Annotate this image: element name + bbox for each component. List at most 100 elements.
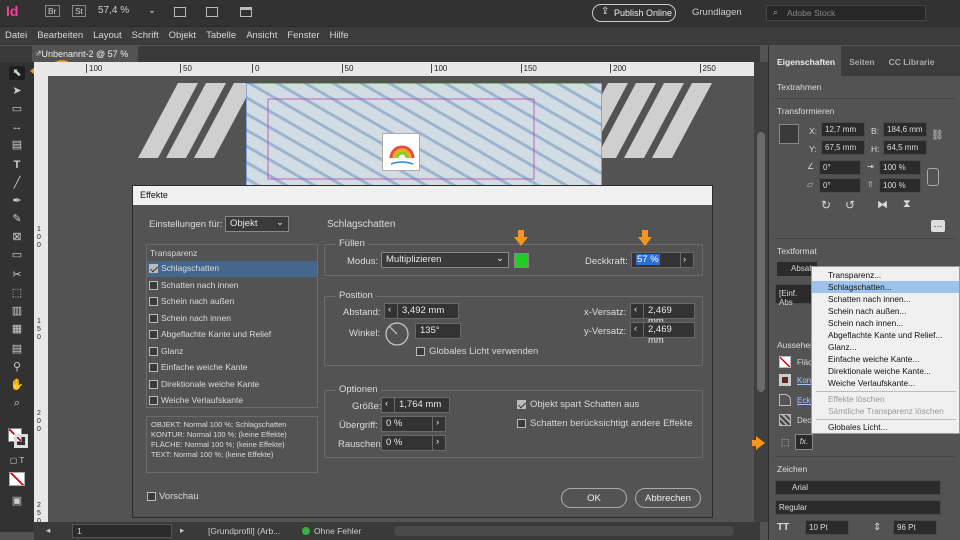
context-menu-item[interactable]: Schein nach innen...	[812, 317, 959, 329]
more-options-button[interactable]: …	[931, 220, 945, 232]
global-light-checkbox[interactable]: Globales Licht verwenden	[414, 345, 574, 359]
vertical-scrollbar[interactable]	[754, 62, 768, 522]
stock-button[interactable]: St	[72, 5, 87, 17]
publish-online-button[interactable]: ⇪ Publish Online	[592, 4, 676, 22]
effect-checkbox[interactable]	[149, 264, 158, 273]
effect-checkbox[interactable]	[149, 379, 158, 389]
menu-datei[interactable]: Datei	[0, 27, 32, 41]
knockout-checkbox[interactable]: Objekt spart Schatten aus	[515, 398, 695, 412]
knockout-checkbox-box[interactable]	[517, 400, 526, 409]
rotation-field[interactable]: 0°	[819, 160, 861, 175]
horizontal-scrollbar[interactable]	[394, 526, 734, 536]
effect-list-item[interactable]: Einfache weiche Kante	[147, 360, 317, 376]
angle-dial[interactable]	[384, 321, 410, 347]
opacity-stepper[interactable]: ›	[680, 252, 694, 268]
apply-none-icon[interactable]	[9, 472, 25, 486]
rectangle-tool-icon[interactable]: ▭	[9, 248, 25, 262]
preflight-profile[interactable]: [Grundprofil] (Arb...	[208, 526, 280, 536]
distance-field[interactable]: 3,492 mm	[397, 303, 459, 319]
height-field[interactable]: 64,5 mm	[883, 140, 927, 155]
previous-page-icon[interactable]: ◂	[46, 525, 50, 536]
shadow-color-swatch[interactable]	[514, 253, 529, 268]
menu-bearbeiten[interactable]: Bearbeiten	[32, 27, 88, 41]
context-menu-item[interactable]: Globales Licht...	[812, 421, 959, 433]
blend-mode-select[interactable]: Multiplizieren ⌄	[381, 252, 509, 268]
view-options-icon[interactable]	[174, 7, 186, 17]
tab-seiten[interactable]: Seiten	[841, 46, 881, 67]
font-size-field[interactable]: 10 Pt	[805, 520, 849, 535]
type-tool-icon[interactable]: T	[9, 158, 25, 172]
size-stepper[interactable]: ‹	[381, 397, 395, 413]
screen-mode-tool-icon[interactable]: ▣	[9, 494, 25, 508]
noise-stepper[interactable]: ›	[432, 435, 446, 451]
font-family-field[interactable]: Arial	[775, 480, 941, 495]
context-menu-item[interactable]: Schatten nach innen...	[812, 293, 959, 305]
flip-vertical-icon[interactable]: ⧗	[903, 198, 911, 211]
scale-x-field[interactable]: 100 %	[879, 160, 921, 175]
fill-stroke-swatch[interactable]	[8, 428, 28, 448]
menu-fenster[interactable]: Fenster	[282, 27, 324, 41]
constrain-proportions-icon[interactable]: ⛓	[931, 130, 944, 141]
note-tool-icon[interactable]: ▤	[9, 342, 25, 356]
effect-list-item[interactable]: Schein nach außen	[147, 294, 317, 310]
context-menu-item[interactable]: Abgeflachte Kante und Relief...	[812, 329, 959, 341]
context-menu-item[interactable]: Schlagschatten...	[812, 281, 959, 293]
scale-y-field[interactable]: 100 %	[879, 178, 921, 193]
size-field[interactable]: 1,764 mm	[394, 397, 450, 413]
spread-stepper[interactable]: ›	[432, 416, 446, 432]
context-menu-item[interactable]: Weiche Verlaufskante...	[812, 377, 959, 389]
y-offset-field[interactable]: 2,469 mm	[643, 322, 695, 346]
x-offset-field[interactable]: 2,469 mm	[643, 303, 695, 327]
scissors-tool-icon[interactable]: ✂	[9, 268, 25, 282]
spread-field[interactable]: 0 %	[381, 416, 433, 432]
workspace-switcher[interactable]: Grundlagen	[692, 7, 742, 18]
context-menu-item[interactable]: Transparenz...	[812, 269, 959, 281]
context-menu-item[interactable]: Schein nach außen...	[812, 305, 959, 317]
shear-field[interactable]: 0°	[819, 178, 861, 193]
preflight-status[interactable]: Ohne Fehler	[314, 526, 361, 536]
zoom-tool-icon[interactable]: ⌕	[9, 396, 25, 410]
cancel-button[interactable]: Abbrechen	[635, 488, 701, 508]
eyedropper-tool-icon[interactable]: ⚲	[9, 360, 25, 374]
context-menu-item[interactable]: Glanz...	[812, 341, 959, 353]
global-light-checkbox-box[interactable]	[416, 347, 425, 356]
effect-list-item[interactable]: Weiche Verlaufskante	[147, 393, 317, 409]
pencil-tool-icon[interactable]: ✎	[9, 212, 25, 226]
effect-list-item[interactable]: Schlagschatten	[147, 261, 317, 277]
menu-layout[interactable]: Layout	[88, 27, 127, 41]
y-offset-stepper[interactable]: ‹	[630, 322, 644, 338]
link-scale-icon[interactable]	[927, 168, 939, 186]
paragraph-style-field[interactable]: [Einf. Abs	[775, 284, 815, 307]
scrollbar-thumb[interactable]	[757, 132, 765, 392]
effect-checkbox[interactable]	[149, 396, 158, 405]
preview-checkbox-box[interactable]	[147, 492, 156, 501]
menu-ansicht[interactable]: Ansicht	[241, 27, 282, 41]
honor-effects-checkbox-box[interactable]	[517, 419, 526, 428]
context-menu-item[interactable]: Einfache weiche Kante...	[812, 353, 959, 365]
distance-stepper[interactable]: ‹	[384, 303, 398, 319]
x-offset-stepper[interactable]: ‹	[630, 303, 644, 319]
effect-list-item[interactable]: Schatten nach innen	[147, 278, 317, 294]
gradient-swatch-tool-icon[interactable]: ▥	[9, 304, 25, 318]
screen-mode-icon[interactable]	[206, 7, 218, 17]
effect-list-item[interactable]: Schein nach innen	[147, 311, 317, 327]
menu-schrift[interactable]: Schrift	[127, 27, 164, 41]
opacity-field[interactable]: 57 %	[631, 252, 681, 268]
effect-checkbox[interactable]	[149, 280, 158, 290]
formatting-container-icon[interactable]: ▢ T	[9, 454, 25, 468]
menu-tabelle[interactable]: Tabelle	[201, 27, 241, 41]
reference-point-icon[interactable]	[779, 124, 799, 144]
effect-checkbox[interactable]	[149, 346, 158, 356]
selection-tool-icon[interactable]: ⬉	[9, 66, 25, 80]
effect-list-item[interactable]: Abgeflachte Kante und Relief	[147, 327, 317, 343]
width-field[interactable]: 184,6 mm	[883, 122, 927, 137]
line-tool-icon[interactable]: ╱	[9, 176, 25, 190]
x-position-field[interactable]: 12,7 mm	[821, 122, 865, 137]
preview-checkbox[interactable]: Vorschau	[145, 490, 245, 504]
next-page-icon[interactable]: ▸	[180, 525, 184, 536]
stroke-swatch[interactable]	[14, 434, 28, 448]
arrange-documents-icon[interactable]	[240, 7, 252, 17]
effect-checkbox[interactable]	[149, 330, 158, 339]
rotate-cw-icon[interactable]: ↻	[821, 198, 831, 212]
page-tool-icon[interactable]: ▭	[9, 102, 25, 116]
